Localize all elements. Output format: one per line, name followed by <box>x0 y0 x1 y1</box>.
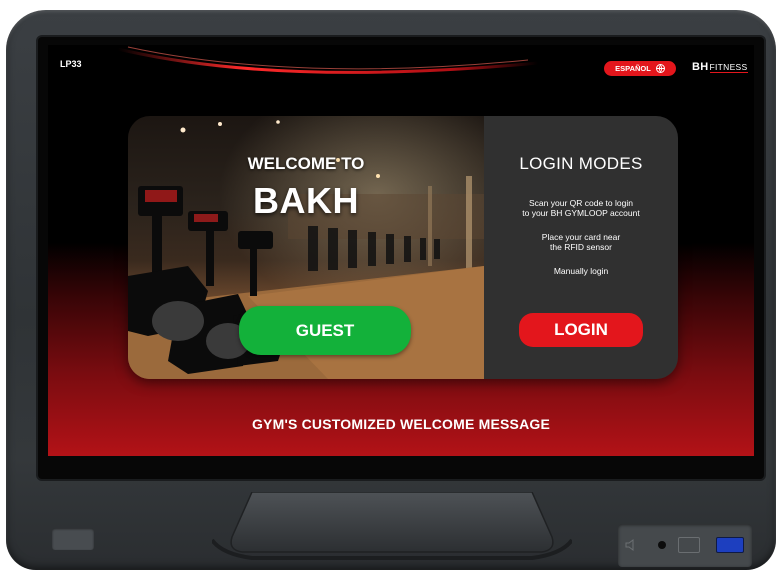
login-modes-title: LOGIN MODES <box>519 154 643 173</box>
welcome-heading: WELCOME TO <box>247 154 365 173</box>
welcome-card: WELCOME TO BAKH GUEST LOGIN MODES Scan y… <box>128 116 678 379</box>
speaker-icon <box>625 539 634 551</box>
device-id-label: LP33 <box>60 59 82 69</box>
red-swoosh-decoration <box>117 46 539 74</box>
bh-fitness-logo: BH FITNESS <box>692 61 748 73</box>
globe-icon <box>655 64 665 73</box>
headphone-jack[interactable] <box>658 541 666 549</box>
language-label: ESPAÑOL <box>615 64 651 73</box>
usb-icon[interactable] <box>716 537 744 553</box>
guest-button[interactable]: GUEST <box>239 306 411 355</box>
gym-name: BAKH <box>253 180 359 221</box>
login-button[interactable]: LOGIN <box>519 313 643 347</box>
rfid-login-instructions: Place your card near the RFID sensor <box>541 232 621 252</box>
language-button[interactable]: ESPAÑOL <box>604 61 676 76</box>
gym-photo: WELCOME TO BAKH GUEST <box>128 116 484 379</box>
console-side-button[interactable] <box>52 528 94 550</box>
qr-login-instructions: Scan your QR code to login to your BH GY… <box>522 198 640 218</box>
custom-welcome-message: GYM'S CUSTOMIZED WELCOME MESSAGE <box>251 416 551 432</box>
console-stand <box>212 492 572 560</box>
kiosk-screen: LP33 ESPAÑOL BH FITNESS WELCOME TO BAKH … <box>38 37 764 479</box>
manual-login-text: Manually login <box>553 266 609 276</box>
login-modes-panel: LOGIN MODES Scan your QR code to login t… <box>484 116 678 379</box>
card-slot[interactable] <box>678 537 700 553</box>
screen-content: LP33 ESPAÑOL BH FITNESS WELCOME TO BAKH … <box>48 45 754 456</box>
